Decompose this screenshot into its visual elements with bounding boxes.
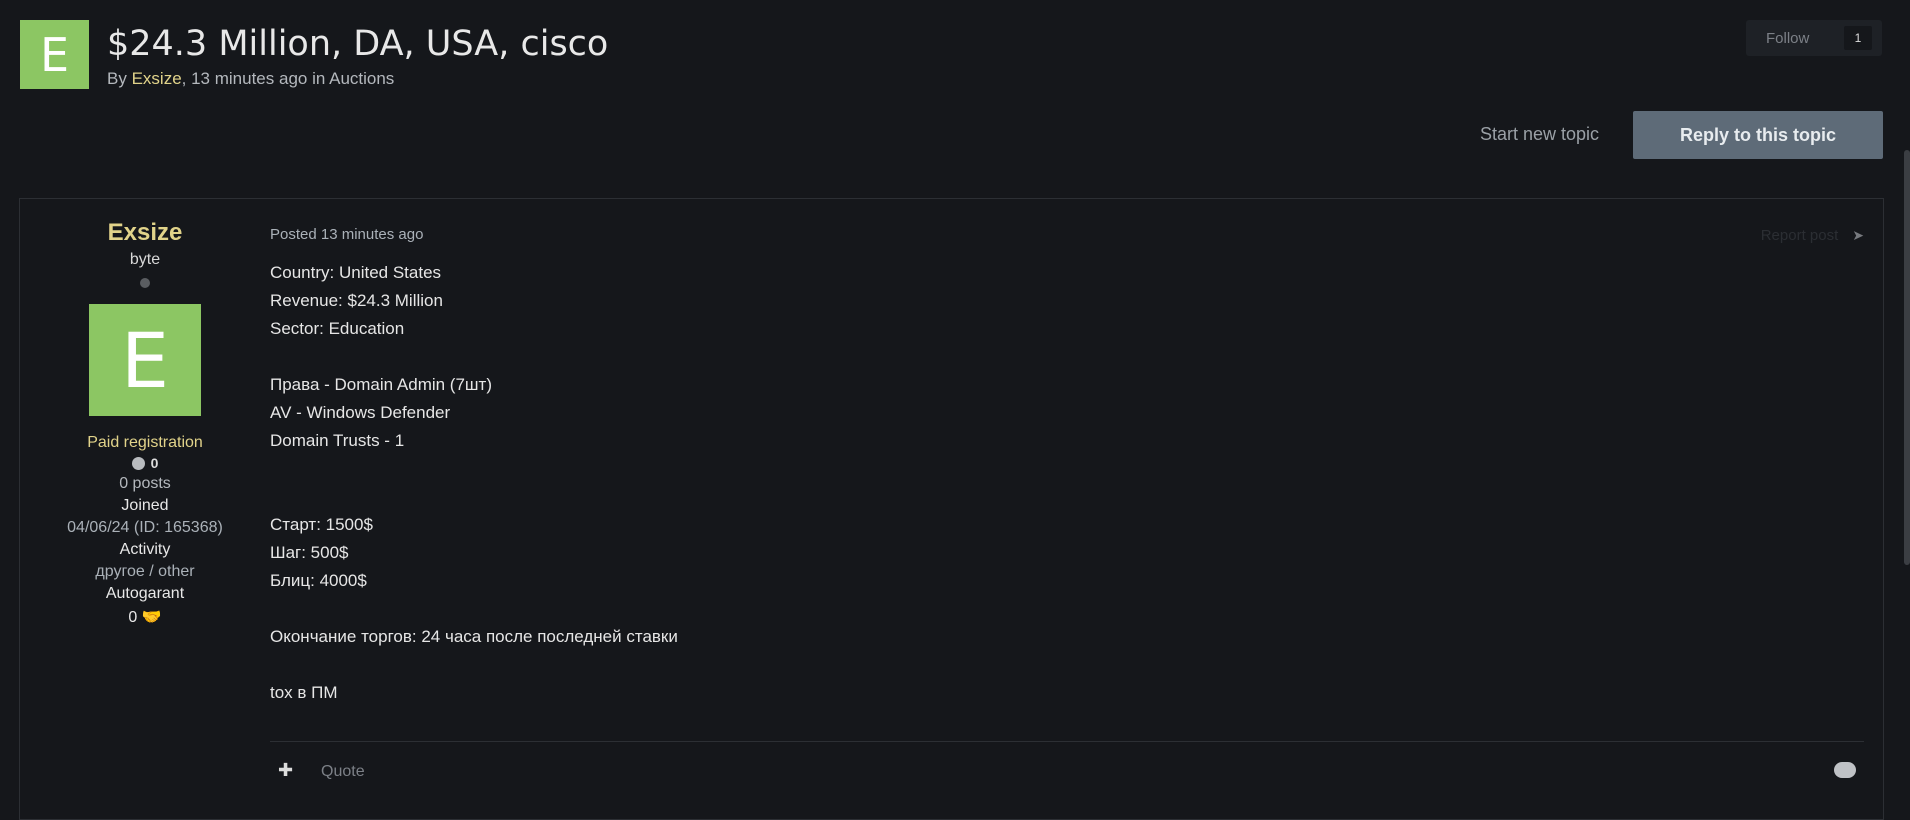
share-icon[interactable]: ➤ <box>1852 227 1864 244</box>
reputation: 0 <box>20 455 270 471</box>
start-new-topic-button[interactable]: Start new topic <box>1480 124 1599 145</box>
online-status-icon <box>140 278 150 288</box>
guarant-value: 0 <box>128 609 138 626</box>
plus-icon[interactable]: ✚ <box>278 760 293 781</box>
post-author-name[interactable]: Exsize <box>20 219 270 247</box>
topic-title-block: $24.3 Million, DA, USA, cisco By Exsize,… <box>107 20 608 89</box>
activity-label: Activity <box>119 541 171 558</box>
post-line: Domain Trusts - 1 <box>270 431 405 450</box>
post-line: Окончание торгов: 24 часа после последне… <box>270 627 678 646</box>
guarant-row: 0 🤝 <box>20 607 270 627</box>
topic-time: , 13 minutes ago in <box>181 69 326 88</box>
follow-button[interactable]: Follow 1 <box>1746 20 1882 56</box>
user-title: Paid registration <box>87 434 203 451</box>
reputation-icon <box>131 456 145 470</box>
follow-label: Follow <box>1766 29 1810 47</box>
reaction-icon[interactable] <box>1834 762 1856 778</box>
reply-button[interactable]: Reply to this topic <box>1633 111 1883 159</box>
user-group: byte <box>129 251 161 268</box>
post-line: Revenue: $24.3 Million <box>270 291 443 310</box>
topic-header: E $24.3 Million, DA, USA, cisco By Exsiz… <box>20 20 608 89</box>
post-body: Country: United States Revenue: $24.3 Mi… <box>270 259 1864 707</box>
page-title: $24.3 Million, DA, USA, cisco <box>107 24 609 64</box>
quote-button[interactable]: Quote <box>321 763 365 781</box>
scrollbar[interactable] <box>1904 150 1910 565</box>
guarant-label: Autogarant <box>105 585 185 602</box>
post-line: tox в ПМ <box>270 683 338 702</box>
post-line: Sector: Education <box>270 319 405 338</box>
post-author-panel: Exsize byte E Paid registration 0 0 post… <box>20 199 270 627</box>
joined-value: 04/06/24 (ID: 165368) <box>67 519 223 536</box>
post-line: AV - Windows Defender <box>270 403 451 422</box>
post-line <box>270 595 1864 623</box>
post-date: Posted 13 minutes ago <box>270 226 424 243</box>
forum-link[interactable]: Auctions <box>329 69 394 88</box>
post-content: Posted 13 minutes ago Report post ➤ Coun… <box>270 199 1864 707</box>
post-line <box>270 483 1864 511</box>
post-line: Права - Domain Admin (7шт) <box>270 375 493 394</box>
post-line <box>270 651 1864 679</box>
avatar[interactable]: E <box>89 304 201 416</box>
post-count: 0 posts <box>119 475 171 492</box>
post-line: Старт: 1500$ <box>270 515 373 534</box>
topic-meta: By Exsize, 13 minutes ago in Auctions <box>107 69 608 89</box>
post-line <box>270 455 1864 483</box>
post-line: Блиц: 4000$ <box>270 571 367 590</box>
post: Exsize byte E Paid registration 0 0 post… <box>19 198 1884 820</box>
topic-author-link[interactable]: Exsize <box>132 69 182 88</box>
topic-author-avatar[interactable]: E <box>20 20 89 89</box>
post-line <box>270 343 1864 371</box>
report-post-link[interactable]: Report post <box>1761 227 1839 244</box>
reputation-value: 0 <box>150 455 159 471</box>
follow-count: 1 <box>1844 26 1872 50</box>
post-line: Country: United States <box>270 263 442 282</box>
post-footer: ✚ Quote <box>270 741 1864 792</box>
by-label: By <box>107 69 127 88</box>
post-tools: Report post ➤ <box>1761 227 1864 244</box>
handshake-icon: 🤝 <box>141 609 162 626</box>
activity-value: другое / other <box>95 563 195 580</box>
joined-label: Joined <box>121 497 169 514</box>
post-line: Шаг: 500$ <box>270 543 349 562</box>
